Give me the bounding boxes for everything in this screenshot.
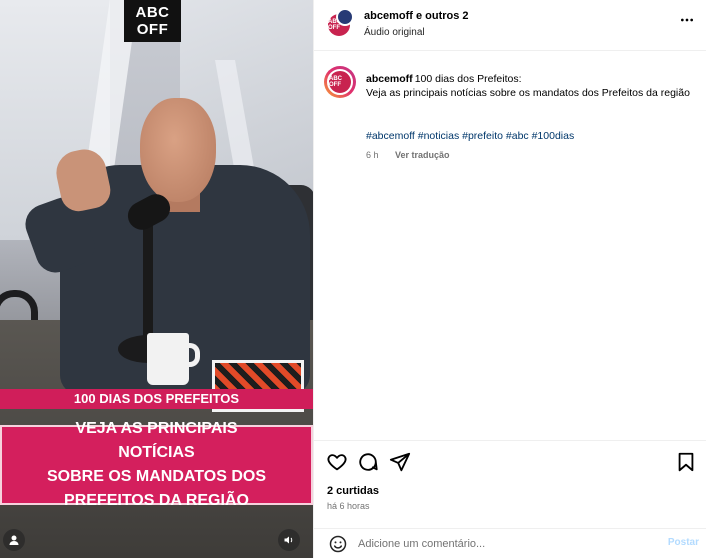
emoji-button[interactable]	[328, 534, 348, 554]
comment-bar: Postar	[314, 528, 706, 558]
post-actions: 2 curtidas há 6 horas	[314, 440, 706, 540]
caption-text-block: abcemoff 100 dias dos Prefeitos: Veja as …	[366, 72, 696, 100]
caption-hashtags[interactable]: #abcemoff #noticias #prefeito #abc #100d…	[366, 130, 574, 142]
post-side-panel: ABC OFF abcemoff e outros 2 Áudio origin…	[313, 0, 706, 558]
logo-line-2: OFF	[136, 21, 169, 38]
comment-button[interactable]	[357, 451, 379, 473]
mug	[147, 333, 189, 385]
heart-icon	[327, 454, 347, 471]
banner-small: 100 DIAS DOS PREFEITOS	[0, 389, 313, 409]
abc-off-logo: ABC OFF	[124, 0, 181, 42]
mute-button[interactable]	[278, 529, 300, 551]
collaborator-avatar[interactable]	[336, 8, 354, 26]
like-button[interactable]	[326, 451, 348, 473]
comment-input[interactable]	[358, 535, 648, 553]
bookmark-icon	[678, 452, 694, 472]
comment-icon	[359, 453, 378, 471]
presenter-head	[140, 98, 216, 202]
tagged-users-button[interactable]	[3, 529, 25, 551]
audio-link[interactable]: Áudio original	[364, 27, 425, 38]
banner-big-text: VEJA AS PRINCIPAIS NOTÍCIAS SOBRE OS MAN…	[47, 420, 266, 509]
save-button[interactable]	[675, 451, 697, 473]
caption-username[interactable]: abcemoff	[366, 73, 413, 85]
caption-meta: 6 h Ver tradução	[366, 150, 450, 160]
caption-time: 6 h	[366, 150, 379, 160]
post-time: há 6 horas	[327, 501, 370, 511]
reel-video[interactable]: ABC OFF 100 DIAS DOS PREFEITOS VEJA AS P…	[0, 0, 313, 558]
send-icon	[389, 452, 411, 472]
logo-line-1: ABC	[135, 4, 170, 21]
post-author[interactable]: abcemoff e outros 2	[364, 10, 469, 22]
translate-link[interactable]: Ver tradução	[395, 150, 450, 160]
share-button[interactable]	[389, 451, 411, 473]
post-comment-button[interactable]: Postar	[668, 537, 699, 548]
smiley-icon	[329, 535, 347, 553]
avatar-logo: ABC OFF	[327, 69, 353, 95]
more-options-button[interactable]	[677, 12, 697, 32]
mic-stand	[143, 220, 153, 350]
caption-text: 100 dias dos Prefeitos: Veja as principa…	[366, 73, 690, 99]
caption-avatar[interactable]: ABC OFF	[324, 66, 356, 98]
user-icon	[9, 535, 19, 545]
post-header: ABC OFF abcemoff e outros 2 Áudio origin…	[314, 0, 706, 51]
speaker-icon	[284, 536, 293, 544]
more-horizontal-icon	[681, 18, 693, 22]
likes-count[interactable]: 2 curtidas	[327, 485, 379, 497]
banner-big: VEJA AS PRINCIPAIS NOTÍCIAS SOBRE OS MAN…	[0, 420, 313, 509]
